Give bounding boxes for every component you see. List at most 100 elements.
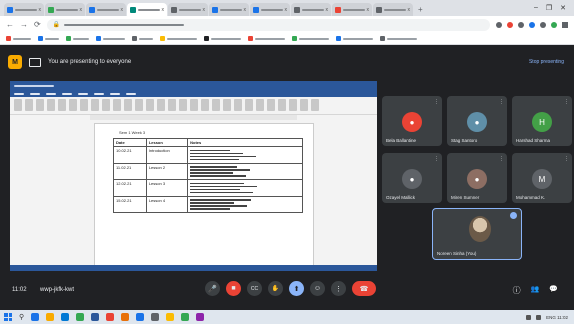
taskbar-app-icon[interactable] [181,313,190,321]
microphone-button[interactable]: 🎤 [205,281,220,296]
ribbon-tool-icon[interactable] [168,99,176,111]
ribbon-tool-icon[interactable] [36,99,44,111]
ribbon-tool-icon[interactable] [245,99,253,111]
new-tab-button[interactable]: + [414,5,427,16]
restore-icon[interactable]: ❐ [546,4,552,12]
stop-presenting-button[interactable]: Stop presenting [529,59,564,65]
ribbon-tool-icon[interactable] [58,99,66,111]
ribbon-tool-icon[interactable] [289,99,297,111]
tab-close-icon[interactable]: x [326,7,329,13]
people-icon[interactable]: 👥 [531,285,540,296]
bookmark-item[interactable] [248,36,285,41]
bookmark-item[interactable] [38,36,59,41]
browser-tab[interactable]: x [332,3,372,16]
camera-button[interactable]: ■ [226,281,241,296]
ribbon-tool-icon[interactable] [25,99,33,111]
profile-avatar[interactable] [551,21,557,28]
participant-tile[interactable]: ● ⋮ Stag Santoro [447,96,507,146]
ribbon-tool-icon[interactable] [267,99,275,111]
ribbon-tool-icon[interactable] [113,99,121,111]
ribbon-tool-icon[interactable] [311,99,319,111]
volume-icon[interactable] [536,314,542,320]
ribbon-tool-icon[interactable] [102,99,110,111]
taskbar-app-icon[interactable] [76,313,85,321]
taskbar-app-icon[interactable] [91,313,100,321]
participant-tile[interactable]: M ⋮ Mohammad K. [512,153,572,203]
extension-icon[interactable] [540,21,546,28]
browser-tab[interactable]: x [168,3,208,16]
ribbon-tool-icon[interactable] [91,99,99,111]
raise-hand-button[interactable]: ✋ [268,281,283,296]
browser-tab[interactable]: x [4,3,44,16]
taskbar-app-icon[interactable] [121,313,130,321]
taskbar-app-icon[interactable] [196,313,205,321]
ribbon-tool-icon[interactable] [300,99,308,111]
tab-close-icon[interactable]: x [80,7,83,13]
ribbon-tool-icon[interactable] [190,99,198,111]
more-options-button[interactable]: ⋮ [331,281,346,296]
windows-start-icon[interactable] [4,313,12,321]
bookmark-item[interactable] [160,36,197,41]
extension-icon[interactable] [496,21,502,28]
tab-close-icon[interactable]: x [285,7,288,13]
taskbar-app-icon[interactable] [61,313,70,321]
bookmark-item[interactable] [336,36,373,41]
bookmark-item[interactable] [132,36,153,41]
ribbon-tool-icon[interactable] [80,99,88,111]
extension-icon[interactable] [507,21,513,28]
info-icon[interactable]: ⓘ [513,285,521,296]
menu-icon[interactable] [562,21,568,28]
reactions-button[interactable]: ☺ [310,281,325,296]
tile-options-icon[interactable]: ⋮ [499,99,504,105]
browser-tab[interactable]: x [250,3,290,16]
bookmark-item[interactable] [204,36,241,41]
browser-tab[interactable]: x [45,3,85,16]
ribbon-tool-icon[interactable] [135,99,143,111]
self-view-tile[interactable]: Noreen Sinha (You) [432,208,522,260]
tab-close-icon[interactable]: x [39,7,42,13]
captions-button[interactable]: CC [247,281,262,296]
network-icon[interactable] [526,314,532,320]
bookmark-item[interactable] [292,36,329,41]
tile-options-icon[interactable]: ⋮ [499,156,504,162]
tab-close-icon[interactable]: x [408,7,411,13]
participant-tile[interactable]: ● ⋮ Bela Ballantine [382,96,442,146]
tab-close-icon[interactable]: x [121,7,124,13]
tile-options-icon[interactable]: ⋮ [434,156,439,162]
ribbon-tool-icon[interactable] [47,99,55,111]
taskbar-app-icon[interactable] [46,313,55,321]
ribbon-tool-icon[interactable] [179,99,187,111]
participant-tile[interactable]: H ⋮ Harshad Sharma [512,96,572,146]
browser-tab[interactable]: x [373,3,413,16]
url-input[interactable]: 🔒 [46,18,490,31]
minimize-icon[interactable]: – [534,4,538,12]
forward-icon[interactable]: → [20,20,28,29]
ribbon-tool-icon[interactable] [69,99,77,111]
participant-tile[interactable]: ● ⋮ Ozayel Mallick [382,153,442,203]
taskbar-app-icon[interactable] [136,313,145,321]
bookmark-item[interactable] [6,36,31,41]
ribbon-tool-icon[interactable] [212,99,220,111]
tab-close-icon[interactable]: x [162,7,165,13]
bookmark-item[interactable] [380,36,417,41]
tab-close-icon[interactable]: x [203,7,206,13]
chat-icon[interactable]: 💬 [549,285,558,296]
tile-options-icon[interactable]: ⋮ [564,156,569,162]
ribbon-tool-icon[interactable] [201,99,209,111]
ribbon-tool-icon[interactable] [124,99,132,111]
browser-tab[interactable]: x [127,3,167,16]
extension-icon[interactable] [529,21,535,28]
tile-options-icon[interactable]: ⋮ [434,99,439,105]
end-call-button[interactable]: ☎ [352,281,376,296]
tile-options-icon[interactable]: ⋮ [564,99,569,105]
ribbon-tool-icon[interactable] [157,99,165,111]
ribbon-tool-icon[interactable] [256,99,264,111]
taskbar-app-icon[interactable] [166,313,175,321]
bookmark-item[interactable] [96,36,125,41]
taskbar-app-icon[interactable] [31,313,40,321]
tab-close-icon[interactable]: x [244,7,247,13]
ribbon-tool-icon[interactable] [146,99,154,111]
search-icon[interactable]: ⚲ [19,313,24,321]
browser-tab[interactable]: x [209,3,249,16]
taskbar-app-icon[interactable] [106,313,115,321]
